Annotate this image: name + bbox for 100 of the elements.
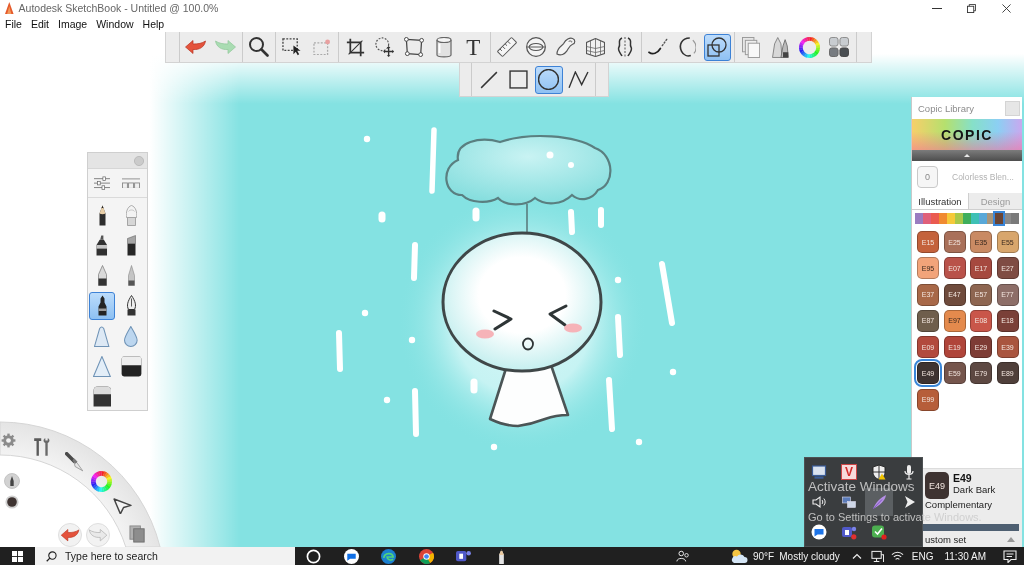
notification-icon[interactable] xyxy=(1003,549,1017,563)
brand-logo: COPIC xyxy=(941,126,993,143)
blender-name: Colorless Blen... xyxy=(952,172,1014,182)
people-tile-icon[interactable] xyxy=(456,548,472,564)
microphone-icon[interactable] xyxy=(901,464,917,480)
speaker-icon[interactable] xyxy=(811,494,827,510)
pencil-icon[interactable] xyxy=(98,204,106,226)
color-family-tab[interactable] xyxy=(915,213,923,224)
rain-streak xyxy=(429,127,437,194)
brush-button[interactable] xyxy=(89,291,115,320)
ring-icon[interactable] xyxy=(306,548,322,564)
close-icon[interactable] xyxy=(1002,3,1011,13)
shield-warning-icon[interactable] xyxy=(871,464,887,480)
check-badge-icon[interactable] xyxy=(871,524,887,540)
color-family-tab[interactable] xyxy=(923,213,931,224)
window-panes-icon[interactable] xyxy=(12,550,23,562)
sliders-icon[interactable] xyxy=(94,175,110,191)
tools-icon[interactable] xyxy=(32,437,52,457)
color-family-tab[interactable] xyxy=(955,213,963,224)
menu-item[interactable]: File xyxy=(5,18,22,30)
swatch-set-dropdown[interactable]: ustom set xyxy=(925,533,967,545)
rain-streak xyxy=(568,209,575,235)
rain-dot xyxy=(490,443,498,451)
color-family-tab[interactable] xyxy=(995,213,1003,224)
square-icon[interactable] xyxy=(509,70,528,89)
color-family-tab[interactable] xyxy=(1011,213,1019,224)
zigzag-icon[interactable] xyxy=(568,70,589,89)
menu-item[interactable]: Window xyxy=(96,18,134,30)
network-icon[interactable] xyxy=(841,494,857,510)
rain-dot xyxy=(383,396,391,404)
monitor-icon[interactable] xyxy=(811,464,827,480)
symmetry-icon[interactable] xyxy=(615,37,634,57)
technical-pen-icon[interactable] xyxy=(97,295,107,317)
menu-item[interactable]: Image xyxy=(58,18,88,30)
layers-icon[interactable] xyxy=(128,525,146,543)
people-icon[interactable] xyxy=(676,549,690,563)
ink-nib-icon[interactable] xyxy=(125,295,137,317)
weather-condition[interactable]: Mostly cloudy xyxy=(779,550,840,562)
brushes-icon[interactable] xyxy=(771,36,789,58)
pen-nib-icon[interactable] xyxy=(4,473,20,489)
search-icon xyxy=(46,550,57,562)
rain-streak xyxy=(615,314,623,358)
brush-sets-icon[interactable] xyxy=(122,177,140,189)
partly-cloudy-icon[interactable] xyxy=(730,548,748,564)
paint-can-icon[interactable] xyxy=(435,36,452,58)
feather-icon[interactable] xyxy=(871,494,887,510)
chat-bubble-icon[interactable] xyxy=(343,548,359,564)
caret-up-icon[interactable] xyxy=(964,154,970,157)
color-family-tab[interactable] xyxy=(979,213,987,224)
activation-title: Activate Windows xyxy=(808,480,915,494)
language-indicator[interactable]: ENG xyxy=(911,550,934,562)
people-tile-icon[interactable] xyxy=(841,524,857,540)
chat-bubble-icon[interactable] xyxy=(811,524,827,540)
panel-title: Copic Library xyxy=(918,102,974,114)
fine-pen-icon[interactable] xyxy=(127,265,135,287)
minimize-icon[interactable] xyxy=(931,7,942,9)
chevron-up-icon[interactable] xyxy=(851,553,862,559)
menu-item[interactable]: Edit xyxy=(30,18,49,30)
stacked-pages-icon[interactable] xyxy=(741,36,760,58)
color-code: E49 xyxy=(953,472,973,484)
color-wheel-icon[interactable] xyxy=(90,470,112,492)
paintbrush-icon[interactable] xyxy=(65,452,85,472)
color-family-tab[interactable] xyxy=(971,213,979,224)
restore-icon[interactable] xyxy=(967,3,976,13)
blender-swatch[interactable]: 0 xyxy=(917,166,938,188)
pen-icon[interactable] xyxy=(97,265,107,287)
weather-temperature[interactable]: 90°F xyxy=(753,550,775,562)
text-tool-button[interactable]: T xyxy=(459,33,487,61)
color-swatch-icon[interactable] xyxy=(5,495,19,509)
current-swatch[interactable]: E49 xyxy=(925,472,949,499)
rain-dot xyxy=(635,438,643,446)
color-family-tab[interactable] xyxy=(947,213,955,224)
color-family-tab[interactable] xyxy=(963,213,971,224)
search-field[interactable]: Type here to search xyxy=(35,547,295,565)
cone-icon[interactable] xyxy=(94,325,110,347)
clock[interactable]: 11:30 AM xyxy=(944,550,986,562)
rain-dot xyxy=(363,135,371,143)
chisel-marker-icon[interactable] xyxy=(126,234,136,256)
color-family-tab[interactable] xyxy=(931,213,939,224)
rain-streak xyxy=(378,211,386,223)
line-icon[interactable] xyxy=(479,70,498,89)
menu-item[interactable]: Help xyxy=(142,18,165,30)
segmented-circle-icon[interactable] xyxy=(418,548,434,564)
color-family-tab[interactable] xyxy=(939,213,947,224)
pointer-arrow-icon[interactable] xyxy=(112,497,132,515)
arc-stroke-icon[interactable] xyxy=(679,37,697,57)
rain-streak xyxy=(472,207,480,222)
network-icon[interactable] xyxy=(870,549,884,563)
rain-dot xyxy=(361,309,369,317)
settings-icon[interactable] xyxy=(0,432,16,448)
collapse-handle[interactable] xyxy=(912,150,1022,161)
letter-badge-button[interactable]: V xyxy=(841,464,857,480)
drop-icon[interactable] xyxy=(124,325,138,347)
string-line xyxy=(526,203,528,235)
undo-arrow-icon[interactable] xyxy=(185,40,207,54)
color-family-tab[interactable] xyxy=(1003,213,1011,224)
swirl-icon[interactable] xyxy=(381,548,397,564)
wifi-icon[interactable] xyxy=(890,550,904,562)
marker-icon[interactable] xyxy=(96,234,108,256)
rain-streak xyxy=(411,242,418,281)
